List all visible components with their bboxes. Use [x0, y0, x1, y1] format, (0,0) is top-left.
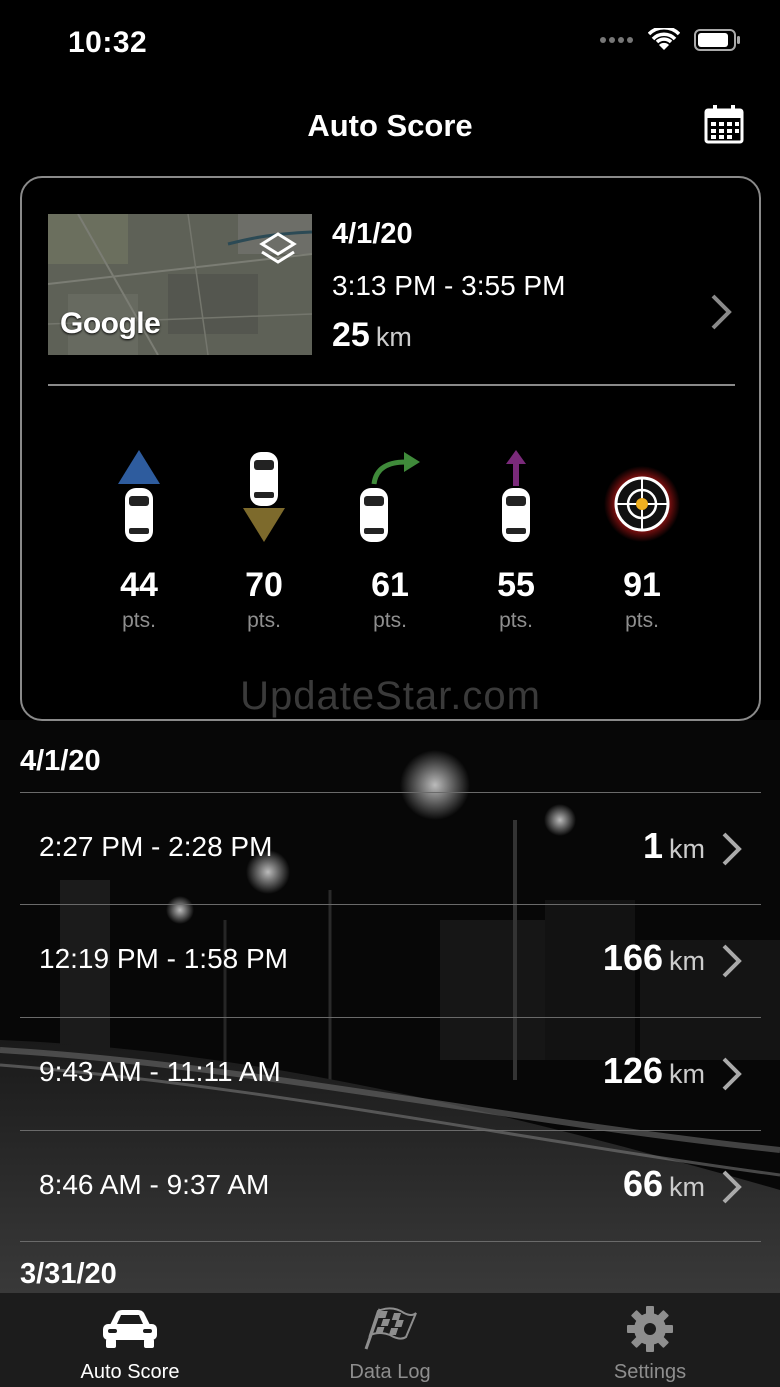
trip-distance-value: 25 [332, 316, 370, 354]
chevron-right-icon [722, 1057, 742, 1091]
trip-time-range: 3:13 PM - 3:55 PM [332, 270, 566, 301]
trip-row-distance: 66 km [623, 1163, 705, 1205]
trip-map-thumbnail[interactable]: Google [48, 214, 312, 355]
trip-row-distance: 166 km [603, 937, 705, 979]
chevron-right-icon [722, 944, 742, 978]
braking-icon [243, 452, 285, 542]
cellular-signal-icon [600, 37, 633, 43]
trip-row-distance-value: 126 [602, 1050, 663, 1091]
trip-row-distance-value: 1 [642, 825, 663, 866]
trip-row-distance-unit: km [669, 834, 705, 864]
tab-data-log[interactable]: Data Log [260, 1293, 520, 1387]
trip-row-distance-value: 66 [622, 1163, 663, 1204]
calendar-icon [704, 105, 744, 144]
trip-row-distance: 1 km [643, 825, 705, 867]
metric-value: 44 [120, 566, 158, 604]
google-attribution: Google [60, 307, 161, 340]
section-date-header: 4/1/20 [20, 745, 101, 777]
metric-unit: pts. [499, 609, 533, 632]
page-title: Auto Score [307, 108, 473, 143]
chevron-right-icon [722, 1170, 742, 1204]
metric-value: 70 [245, 566, 283, 604]
trip-row-distance-unit: km [669, 946, 705, 976]
status-time: 10:32 [68, 26, 148, 59]
battery-icon [694, 29, 740, 51]
trip-row-distance-unit: km [669, 1059, 705, 1089]
divider [48, 384, 735, 386]
tab-label: Settings [613, 1361, 687, 1383]
trip-distance-unit: km [375, 322, 412, 352]
trip-row[interactable]: 8:46 AM - 9:37 AM 66 km [20, 1130, 761, 1242]
tab-label: Data Log [349, 1361, 431, 1383]
metric-focus: 91 pts. [582, 444, 702, 633]
status-bar: 10:32 [0, 0, 780, 90]
metric-value: 91 [623, 566, 661, 604]
latest-trip-card[interactable]: Google 4/1/20 3:13 PM - 3:55 PM 25 km 44 … [20, 176, 761, 721]
trip-distance: 25 km [332, 316, 412, 355]
trip-row-distance-unit: km [669, 1172, 705, 1202]
tab-bar: Auto Score Data Log Settings [0, 1293, 780, 1387]
gear-icon [627, 1306, 673, 1352]
metric-unit: pts. [247, 609, 281, 632]
chevron-right-icon [711, 294, 732, 330]
checkered-flag-icon [364, 1307, 417, 1350]
speed-icon [502, 450, 530, 542]
section-date-header: 3/31/20 [20, 1258, 117, 1290]
trip-row-time: 8:46 AM - 9:37 AM [39, 1169, 270, 1200]
cornering-icon [360, 452, 420, 542]
trip-row[interactable]: 2:27 PM - 2:28 PM 1 km [20, 792, 761, 904]
trip-row-distance: 126 km [603, 1050, 705, 1092]
trip-row[interactable]: 12:19 PM - 1:58 PM 166 km [20, 904, 761, 1016]
metric-cornering: 61 pts. [330, 444, 450, 633]
tab-label: Auto Score [80, 1361, 180, 1383]
tab-settings[interactable]: Settings [520, 1293, 780, 1387]
trip-row-time: 9:43 AM - 11:11 AM [39, 1056, 281, 1087]
car-icon [103, 1310, 157, 1348]
status-icons [600, 28, 742, 52]
navigation-bar: Auto Score [0, 90, 780, 162]
metric-acceleration: 44 pts. [79, 444, 199, 633]
trip-row-time: 2:27 PM - 2:28 PM [39, 831, 273, 862]
trip-row-time: 12:19 PM - 1:58 PM [39, 943, 289, 974]
trip-row[interactable]: 9:43 AM - 11:11 AM 126 km [20, 1017, 761, 1129]
focus-target-icon [604, 466, 680, 542]
chevron-right-icon [722, 832, 742, 866]
metric-unit: pts. [122, 609, 156, 632]
trip-date: 4/1/20 [332, 218, 413, 250]
metric-value: 55 [497, 566, 535, 604]
metric-speed: 55 pts. [456, 444, 576, 633]
metric-braking: 70 pts. [204, 444, 324, 633]
metric-value: 61 [371, 566, 409, 604]
calendar-button[interactable] [704, 104, 744, 144]
tab-auto-score[interactable]: Auto Score [0, 1293, 260, 1387]
wifi-icon [648, 28, 680, 50]
acceleration-icon [118, 450, 160, 542]
map-layers-icon[interactable] [258, 230, 298, 270]
watermark: UpdateStar.com [240, 674, 541, 718]
trip-row-distance-value: 166 [602, 937, 663, 978]
metric-unit: pts. [625, 609, 659, 632]
metric-unit: pts. [373, 609, 407, 632]
